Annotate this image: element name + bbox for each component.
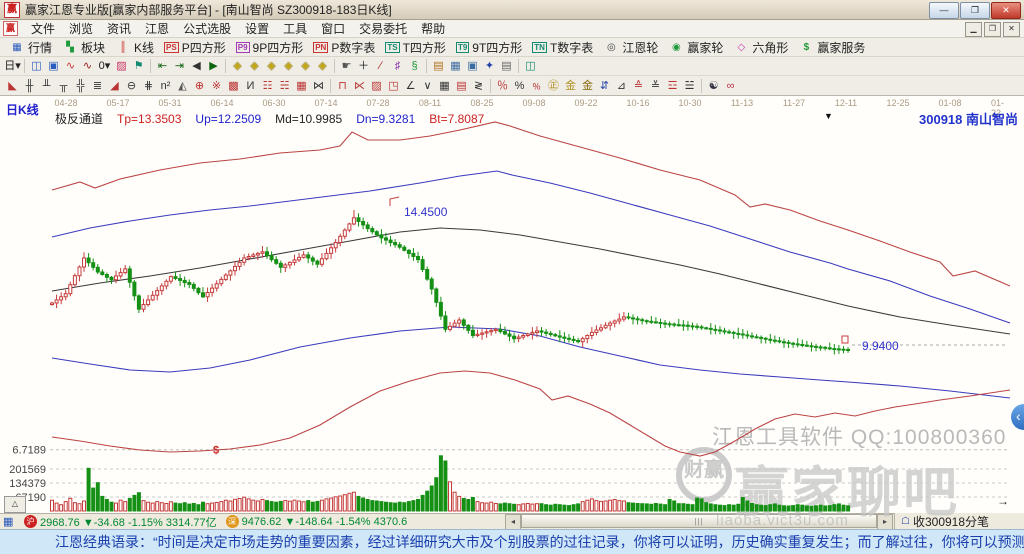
date-tick: 01-08: [938, 98, 962, 108]
indicator-value: Tp=13.3503: [117, 112, 182, 126]
svg-text:$: $: [213, 445, 219, 457]
svg-text:9.9400: 9.9400: [862, 339, 899, 353]
date-tick: 12-25: [886, 98, 910, 108]
indicator-value: 极反通道: [55, 112, 104, 126]
svg-text:6.7189: 6.7189: [12, 445, 46, 457]
kline-chart[interactable]: 6.718920156913437967190$14.45009.9400: [0, 0, 1024, 554]
svg-text:201569: 201569: [9, 464, 46, 476]
indicator-value: Up=12.2509: [195, 112, 262, 126]
indicator-value: Dn=9.3281: [356, 112, 416, 126]
date-tick: 08-11: [418, 98, 442, 108]
svg-text:134379: 134379: [9, 478, 46, 490]
watermark-url-text: liaoba.vict3u.com: [716, 512, 849, 529]
stock-name-label: 300918 南山智尚: [919, 112, 1018, 127]
svg-text:14.4500: 14.4500: [404, 205, 448, 219]
period-label: 日K线: [6, 103, 39, 117]
date-tick: 11-13: [730, 98, 754, 108]
date-tick: 04-28: [54, 98, 78, 108]
date-tick: 07-28: [366, 98, 390, 108]
date-tick: 11-27: [782, 98, 806, 108]
volume-right-arrow-icon[interactable]: →: [997, 494, 1009, 508]
date-tick: 05-31: [158, 98, 182, 108]
date-tick: 09-22: [574, 98, 598, 108]
date-tick: 05-17: [106, 98, 130, 108]
date-tick: 07-14: [314, 98, 338, 108]
date-tick: 06-14: [210, 98, 234, 108]
date-tick: 10-30: [678, 98, 702, 108]
indicator-value: Bt=7.8087: [429, 112, 485, 126]
date-tick: 06-30: [262, 98, 286, 108]
volume-expand-button[interactable]: △: [4, 496, 26, 513]
date-tick: 10-16: [626, 98, 650, 108]
indicator-value: Md=10.9985: [275, 112, 343, 126]
date-tick: 08-25: [470, 98, 494, 108]
indicator-readout: 极反通道 Tp=13.3503 Up=12.2509 Md=10.9985 Dn=9.3…: [55, 110, 498, 127]
app-window: 赢 赢家江恩专业版[赢家内部服务平台] - [南山智尚 SZ300918-183…: [0, 0, 1024, 554]
date-tick: 09-08: [522, 98, 546, 108]
date-tick: 12-11: [834, 98, 858, 108]
chart-triangle-marker: ▼: [824, 111, 833, 121]
